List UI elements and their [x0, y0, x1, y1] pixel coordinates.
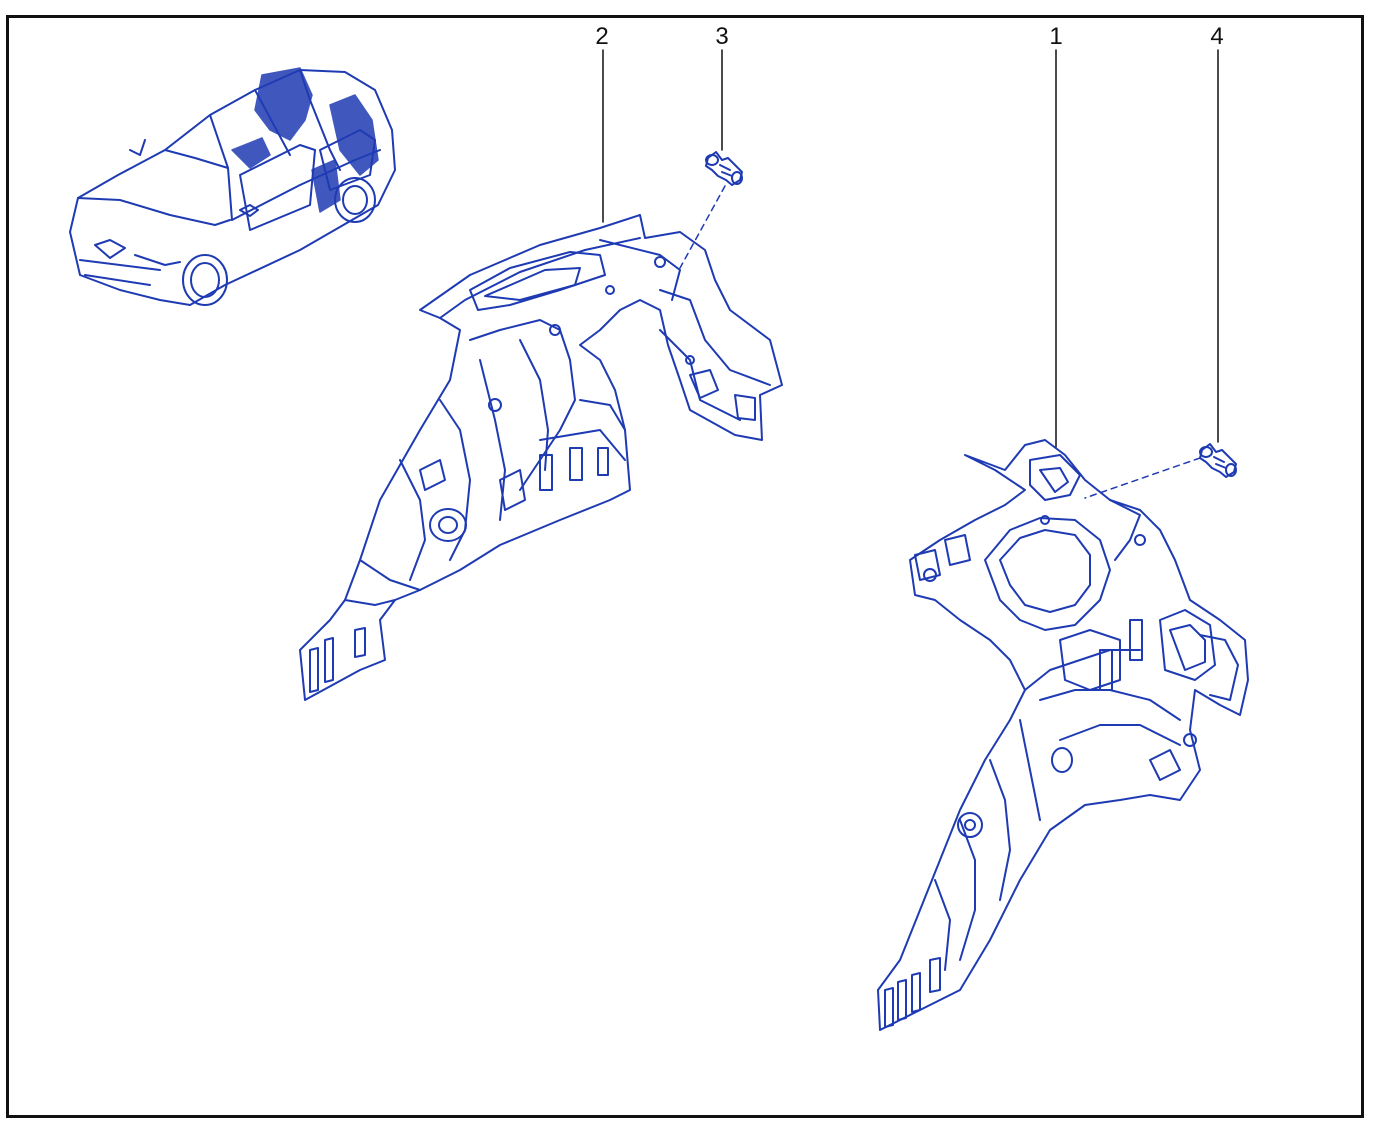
- rear-inner-panel-part-1: [877, 439, 1249, 1031]
- rear-inner-panel-part-2: [299, 214, 783, 701]
- push-clip-fastener-part-4: [1199, 443, 1237, 478]
- dashed-assembly-line-3: [679, 185, 726, 269]
- exploded-parts-diagram: [69, 49, 1249, 1031]
- push-clip-fastener-part-3: [705, 151, 743, 186]
- dashed-assembly-line-4: [1084, 457, 1201, 499]
